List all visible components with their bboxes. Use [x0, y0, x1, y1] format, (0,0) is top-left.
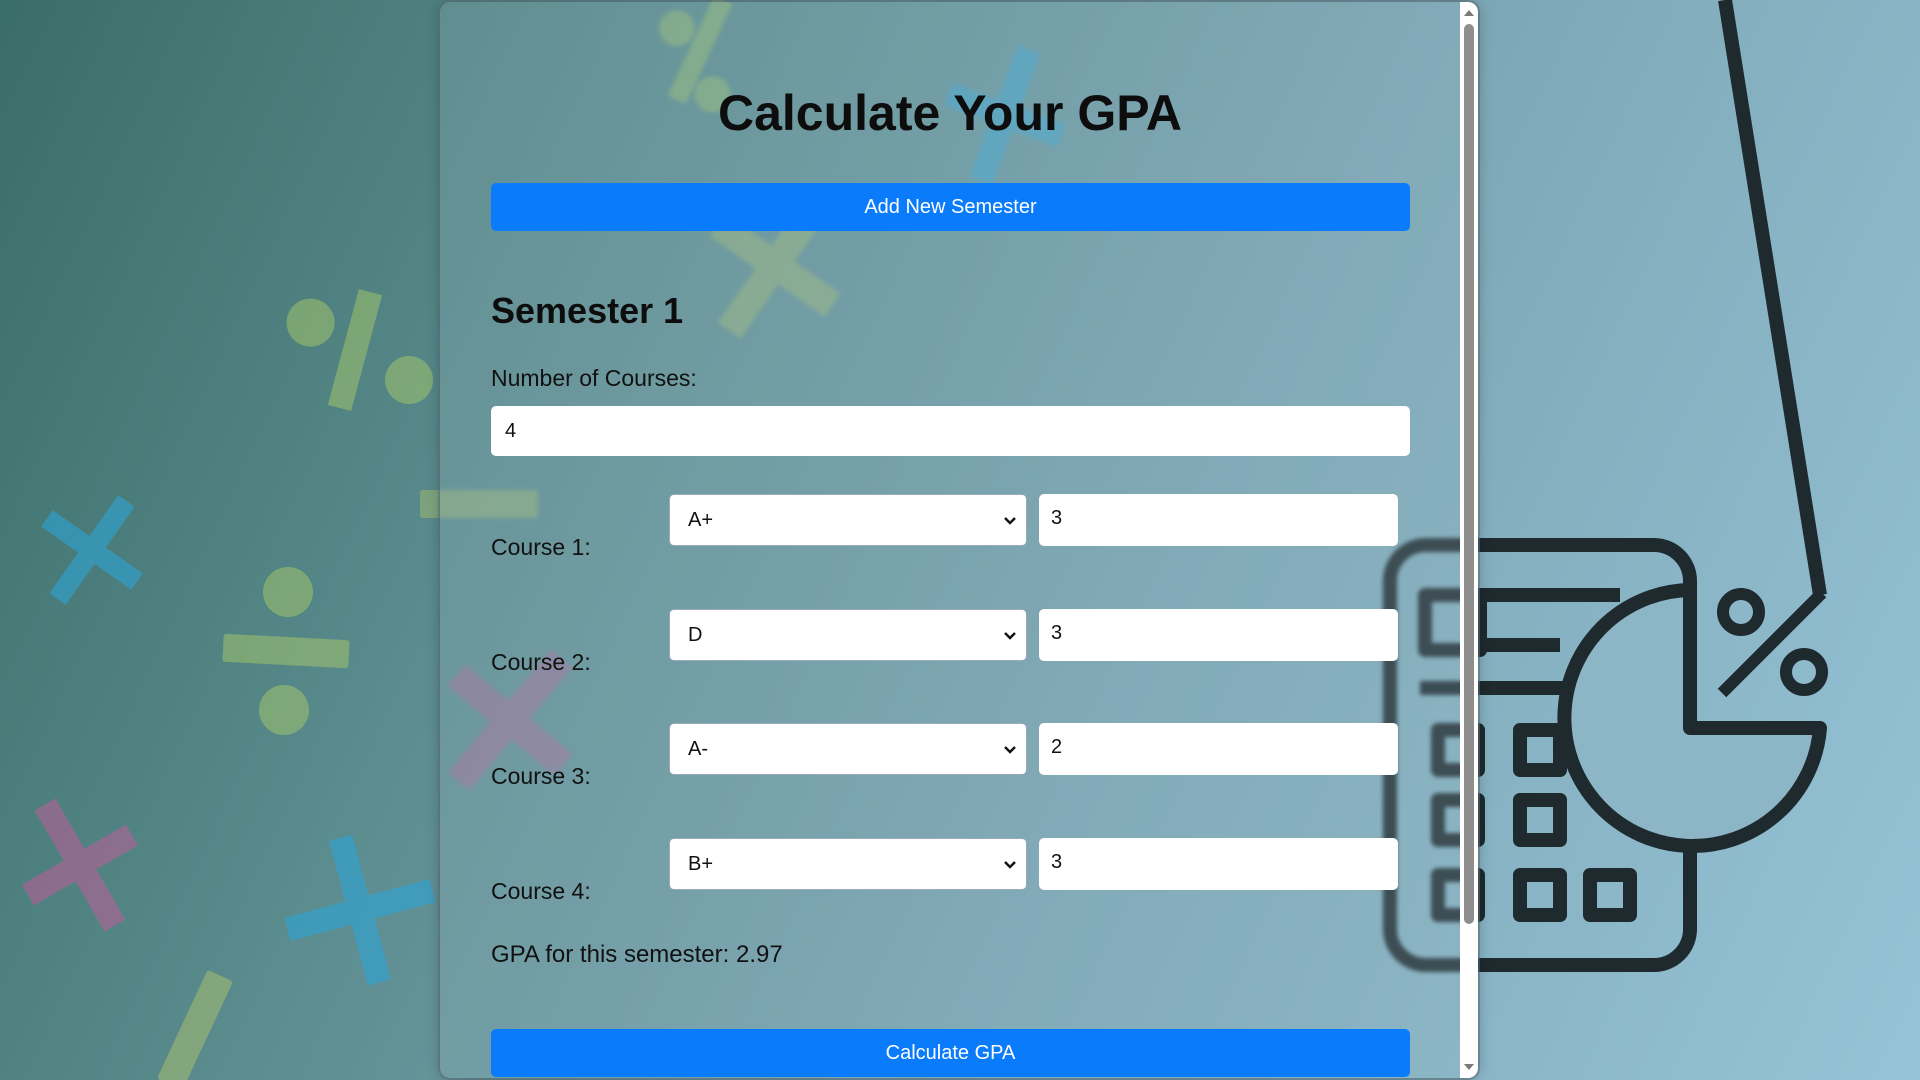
grade-select[interactable]: D: [669, 609, 1027, 661]
chevron-down-icon: [1004, 632, 1016, 640]
scroll-up-arrow-icon[interactable]: [1460, 4, 1478, 22]
panel-content: Calculate Your GPA Add New Semester Seme…: [440, 2, 1460, 1078]
credits-value: 3: [1051, 622, 1063, 644]
credits-value: 3: [1051, 507, 1063, 529]
credits-input[interactable]: 3: [1039, 838, 1398, 890]
num-courses-label: Number of Courses:: [491, 365, 697, 391]
multiply-icon: [41, 495, 143, 605]
course-label: Course 1:: [491, 534, 591, 560]
num-courses-input[interactable]: 4: [491, 406, 1410, 456]
add-semester-button[interactable]: Add New Semester: [491, 183, 1410, 231]
grade-value: D: [688, 624, 703, 646]
page-title: Calculate Your GPA: [717, 85, 1182, 141]
credits-input[interactable]: 3: [1039, 494, 1398, 546]
grade-value: A-: [688, 738, 708, 760]
credits-input[interactable]: 2: [1039, 723, 1398, 775]
multiply-icon: [22, 798, 138, 932]
percent-icon: [286, 288, 434, 412]
divide-icon: [222, 567, 350, 735]
course-row: Course 2: D 3: [440, 609, 1460, 675]
course-row: Course 4: B+ 3: [440, 838, 1460, 904]
credits-input[interactable]: 3: [1039, 609, 1398, 661]
calculate-gpa-button[interactable]: Calculate GPA: [491, 1029, 1410, 1077]
minus-icon: [157, 970, 233, 1080]
grade-select[interactable]: B+: [669, 838, 1027, 890]
semester-title: Semester 1: [491, 290, 684, 331]
credits-value: 2: [1051, 736, 1063, 758]
course-label: Course 3:: [491, 763, 591, 789]
grade-select[interactable]: A-: [669, 723, 1027, 775]
num-courses-value: 4: [505, 420, 517, 442]
chevron-down-icon: [1004, 746, 1016, 754]
course-label: Course 2:: [491, 649, 591, 675]
vertical-scrollbar[interactable]: [1460, 2, 1478, 1078]
plus-icon: [284, 834, 436, 986]
semester-gpa-result: GPA for this semester: 2.97: [491, 941, 783, 968]
grade-value: B+: [688, 853, 714, 875]
grade-select[interactable]: A+: [669, 494, 1027, 546]
chevron-down-icon: [1004, 517, 1016, 525]
course-row: Course 1: A+ 3: [440, 494, 1460, 560]
scrollbar-thumb[interactable]: [1464, 24, 1474, 924]
course-row: Course 3: A- 2: [440, 723, 1460, 789]
grade-value: A+: [688, 509, 714, 531]
chevron-down-icon: [1004, 861, 1016, 869]
credits-value: 3: [1051, 851, 1063, 873]
gpa-calculator-panel: Calculate Your GPA Add New Semester Seme…: [440, 2, 1478, 1078]
course-label: Course 4:: [491, 878, 591, 904]
scroll-down-arrow-icon[interactable]: [1460, 1058, 1478, 1076]
